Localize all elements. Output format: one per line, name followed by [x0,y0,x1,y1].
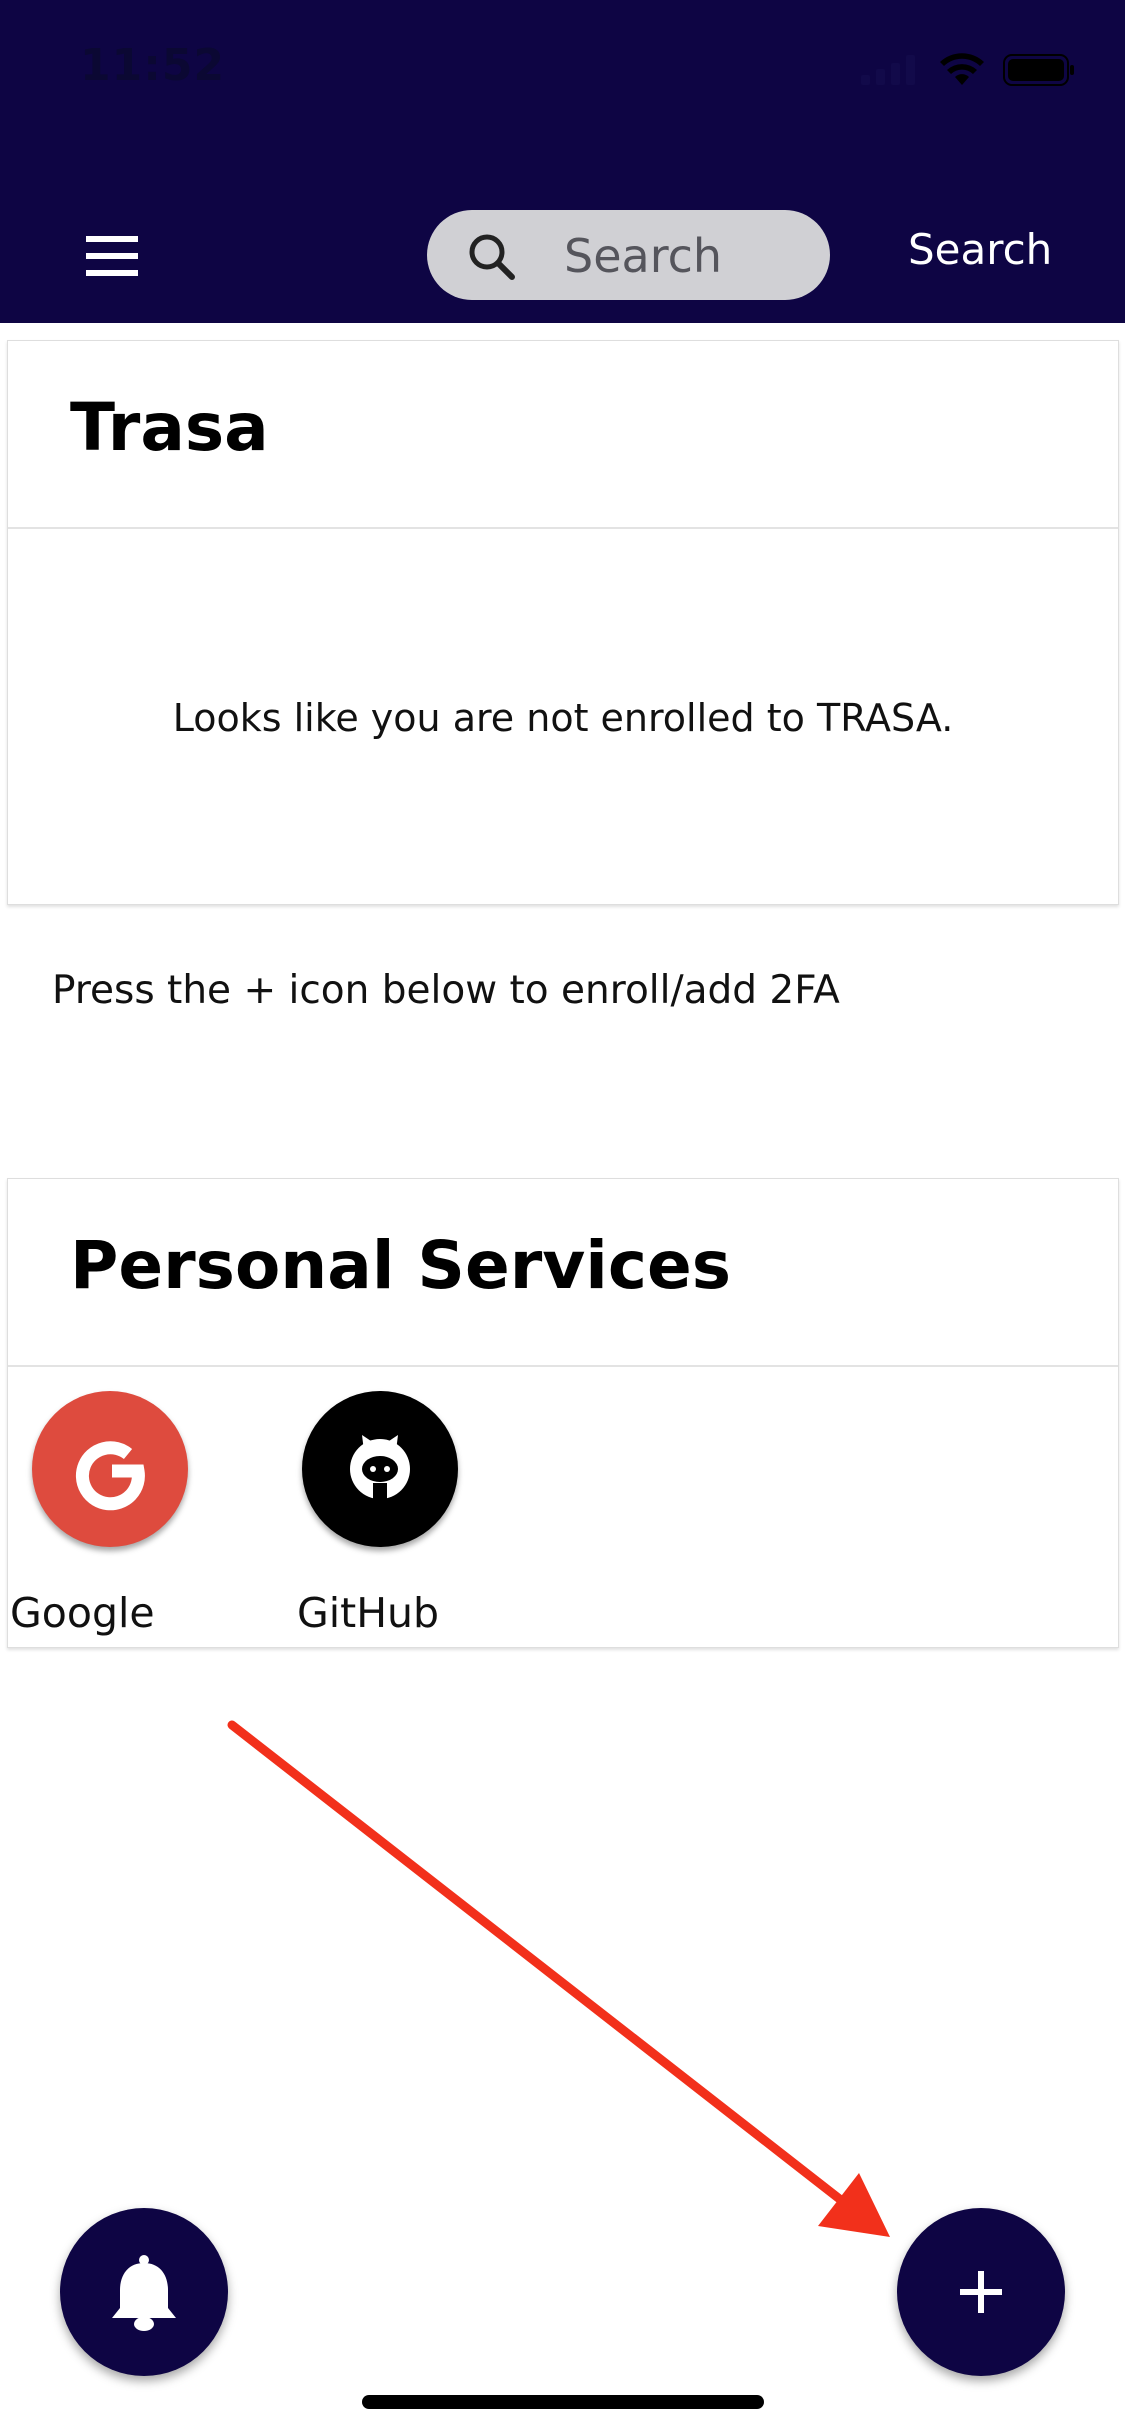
trasa-card-header: Trasa [8,341,1118,529]
github-label: GitHub [296,1589,440,1637]
search-bar [427,210,830,300]
personal-services-header: Personal Services [8,1179,1118,1367]
plus-icon [960,2271,1002,2313]
home-indicator [362,2395,764,2409]
google-button[interactable] [32,1391,188,1547]
github-button[interactable] [302,1391,458,1547]
bell-icon [112,2255,176,2331]
google-g-icon [75,1441,145,1511]
app-header: 11:52 Search [0,0,1125,323]
personal-services-title: Personal Services [70,1227,732,1304]
cellular-signal-icon [861,55,915,85]
trasa-card-title: Trasa [70,389,269,466]
battery-icon [1003,54,1074,86]
search-button[interactable]: Search [908,225,1052,274]
status-icons [861,50,1075,90]
search-icon [469,234,515,280]
status-time: 11:52 [80,40,226,91]
github-octocat-icon [350,1435,410,1501]
notifications-button[interactable] [60,2208,228,2376]
enroll-hint-text: Press the + icon below to enroll/add 2FA [52,968,840,1013]
personal-services-card: Personal Services Google GitHub [7,1178,1119,1648]
add-service-button[interactable] [897,2208,1065,2376]
trasa-card: Trasa Looks like you are not enrolled to… [7,340,1119,905]
not-enrolled-message: Looks like you are not enrolled to TRASA… [172,696,954,740]
service-google[interactable]: Google [10,1391,188,1637]
search-input[interactable] [562,226,816,286]
wifi-icon [940,53,984,85]
google-label: Google [10,1589,155,1637]
service-github[interactable]: GitHub [288,1391,458,1637]
hamburger-menu-icon[interactable] [86,236,138,276]
